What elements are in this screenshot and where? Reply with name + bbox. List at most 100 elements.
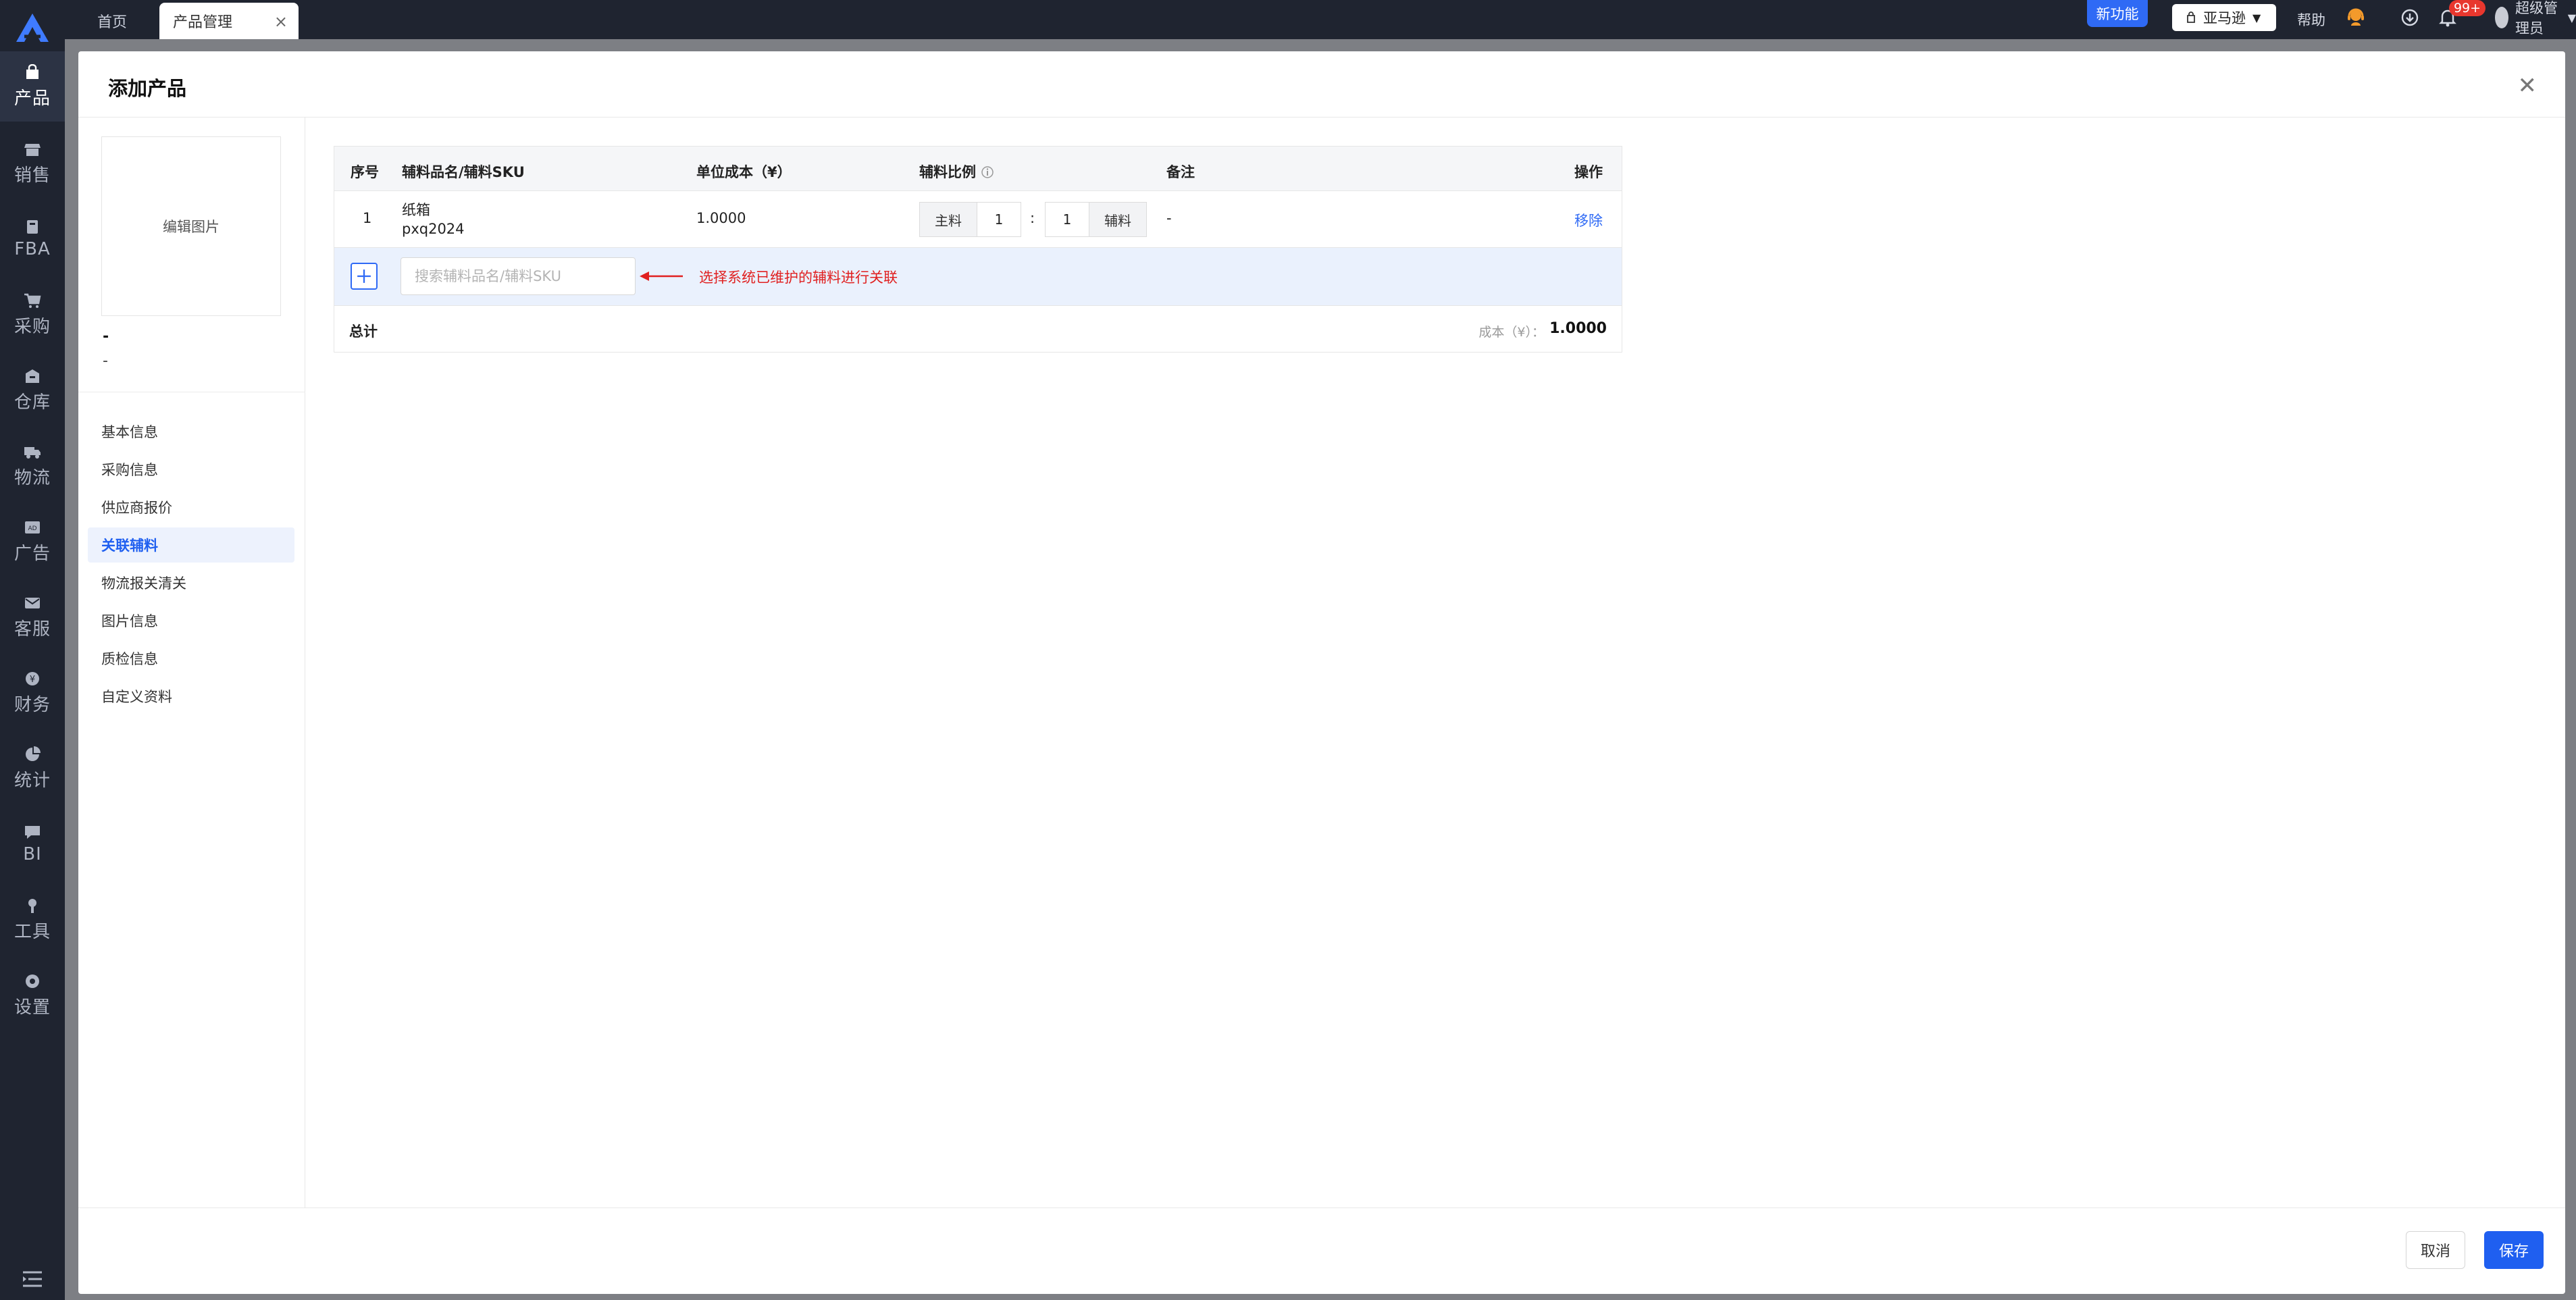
edit-image-box[interactable]: 编辑图片 [101, 136, 281, 316]
nav-image-info[interactable]: 图片信息 [88, 603, 294, 638]
nav-basic-info[interactable]: 基本信息 [88, 414, 294, 449]
close-icon[interactable]: ✕ [2518, 74, 2538, 97]
mail-icon [25, 597, 40, 608]
nav-label: 图片信息 [101, 613, 158, 629]
cart-icon [24, 293, 41, 308]
new-feature-badge[interactable]: 新功能 [2087, 0, 2148, 27]
sidebar-item-fba[interactable]: FBA [0, 204, 65, 274]
col-index: 序号 [351, 164, 379, 180]
download-icon[interactable] [2399, 7, 2421, 28]
col-remark: 备注 [1166, 164, 1195, 180]
sidebar-item-label: 财务 [14, 694, 51, 715]
support-agent-icon[interactable] [2345, 7, 2367, 28]
app-logo-icon[interactable] [14, 12, 51, 45]
nav-label: 采购信息 [101, 462, 158, 478]
row-unit-cost: 1.0000 [696, 210, 746, 226]
sidebar-item-bi[interactable]: BI [0, 809, 65, 879]
total-label: 总计 [349, 323, 378, 340]
pie-chart-icon [26, 746, 41, 761]
sidebar-item-ads[interactable]: AD 广告 [0, 506, 65, 577]
gear-icon [26, 974, 39, 988]
chevron-down-icon: ▼ [2252, 11, 2261, 24]
col-action: 操作 [1574, 164, 1603, 180]
svg-text:AD: AD [28, 525, 36, 532]
row-material-sku: pxq2024 [402, 221, 465, 237]
svg-text:¥: ¥ [30, 675, 35, 685]
nav-label: 供应商报价 [101, 500, 172, 516]
product-sku-placeholder: - [103, 353, 108, 369]
save-button[interactable]: 保存 [2484, 1231, 2544, 1269]
sidebar-item-label: 采购 [14, 316, 51, 337]
sidebar-item-service[interactable]: 客服 [0, 582, 65, 652]
modal-footer: 取消 保存 [78, 1207, 2565, 1294]
cancel-button[interactable]: 取消 [2406, 1231, 2465, 1269]
remove-link[interactable]: 移除 [1574, 210, 1603, 230]
col-ratio-label: 辅料比例 [919, 164, 976, 180]
nav-label: 物流报关清关 [101, 575, 186, 592]
modal-header: 添加产品 ✕ [78, 51, 2565, 118]
total-row: 总计 成本（¥）： 1.0000 [334, 306, 1622, 352]
sidebar-item-tools[interactable]: 工具 [0, 885, 65, 955]
store-icon [24, 143, 41, 156]
tab-label: 产品管理 [173, 14, 233, 31]
tab-label: 首页 [97, 14, 128, 31]
sidebar-item-settings[interactable]: 设置 [0, 960, 65, 1031]
collapse-menu-icon[interactable] [20, 1269, 45, 1289]
sidebar-item-product[interactable]: 产品 [0, 51, 65, 122]
info-icon[interactable] [981, 165, 994, 179]
total-cost-value: 1.0000 [1549, 320, 1607, 337]
sidebar-item-label: 广告 [14, 543, 51, 564]
nav-quality-info[interactable]: 质检信息 [88, 641, 294, 676]
ad-icon: AD [25, 521, 40, 534]
table-row: 1 纸箱 pxq2024 1.0000 主料 1 : 1 辅料 - 移除 [334, 191, 1622, 248]
site-select[interactable]: 亚马逊 ▼ [2172, 4, 2276, 31]
total-cost-label: 成本（¥）： [1478, 325, 1545, 340]
sidebar-item-label: 工具 [14, 921, 51, 942]
sidebar-item-label: 客服 [14, 619, 51, 640]
wrench-icon [28, 898, 36, 913]
tab-home[interactable]: 首页 [97, 3, 127, 39]
col-unit-cost: 单位成本（¥） [696, 164, 792, 180]
add-product-modal: 添加产品 ✕ 编辑图片 - - 基本信息 采购信息 供应商报价 关联辅料 物流报… [78, 51, 2565, 1294]
main-qty-input[interactable]: 1 [977, 202, 1021, 237]
chevron-down-icon: ▼ [2567, 11, 2576, 24]
nav-custom-data[interactable]: 自定义资料 [88, 679, 294, 714]
help-link[interactable]: 帮助 [2297, 9, 2325, 30]
linked-materials-table: 序号 辅料品名/辅料SKU 单位成本（¥） 辅料比例 备注 操作 1 纸箱 px… [334, 146, 1622, 353]
sidebar-item-purchase[interactable]: 采购 [0, 280, 65, 350]
sidebar-item-warehouse[interactable]: 仓库 [0, 355, 65, 425]
nav-supplier-quote[interactable]: 供应商报价 [88, 490, 294, 525]
nav-linked-materials[interactable]: 关联辅料 [88, 527, 294, 563]
tab-close-icon[interactable]: × [274, 12, 288, 31]
sidebar-item-sales[interactable]: 销售 [0, 128, 65, 199]
sidebar-item-label: 销售 [14, 165, 51, 186]
yuan-icon: ¥ [26, 671, 39, 685]
warehouse-icon [26, 369, 39, 383]
add-material-button[interactable] [351, 263, 378, 290]
sidebar-item-finance[interactable]: ¥ 财务 [0, 658, 65, 728]
row-remark: - [1166, 210, 1172, 226]
top-bar: 首页 产品管理 × 新功能 亚马逊 ▼ 帮助 99+ 超级管理员 ▼ [65, 0, 2576, 39]
main-material-label: 主料 [919, 202, 977, 237]
sidebar-item-logistics[interactable]: 物流 [0, 431, 65, 501]
nav-purchase-info[interactable]: 采购信息 [88, 452, 294, 487]
modal-title: 添加产品 [108, 77, 187, 100]
ratio-colon: : [1030, 210, 1035, 226]
sidebar-item-label: BI [23, 844, 42, 864]
col-ratio: 辅料比例 [919, 161, 994, 182]
row-material-name: 纸箱 [402, 202, 430, 218]
truck-icon [24, 446, 41, 459]
material-search-input[interactable] [401, 257, 636, 295]
bi-icon [25, 826, 40, 839]
aux-qty-input[interactable]: 1 [1045, 202, 1089, 237]
amazon-icon [2187, 11, 2195, 23]
nav-label: 质检信息 [101, 651, 158, 667]
nav-logistics-customs[interactable]: 物流报关清关 [88, 565, 294, 600]
avatar [2495, 7, 2509, 28]
user-name: 超级管理员 [2515, 0, 2558, 36]
product-name-placeholder: - [103, 328, 109, 345]
user-menu[interactable]: 超级管理员 ▼ [2495, 0, 2576, 36]
sidebar-item-stats[interactable]: 统计 [0, 733, 65, 804]
tab-product-management[interactable]: 产品管理 × [159, 3, 299, 39]
sidebar-item-label: 物流 [14, 467, 51, 488]
